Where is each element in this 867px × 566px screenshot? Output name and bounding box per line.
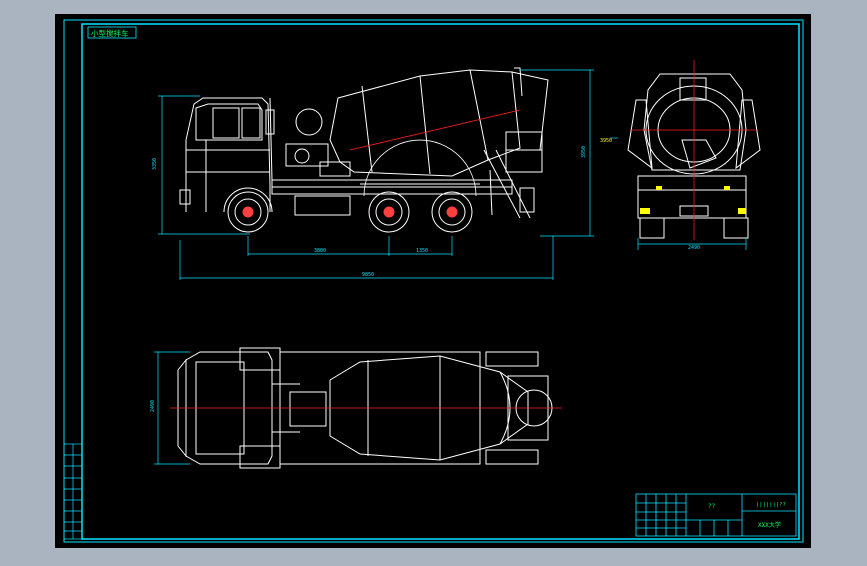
side-view-drum-height-dim: 3950 (581, 146, 587, 158)
cad-viewport[interactable]: 小型搅拌车 ?? |||||||?? XXX大学 3350 9850 3800 … (0, 0, 867, 562)
title-block-drawing-no: |||||||?? (756, 502, 786, 508)
drawing-canvas: 小型搅拌车 ?? |||||||?? XXX大学 3350 9850 3800 … (55, 14, 811, 548)
side-view-wheelbase-front-dim: 3800 (314, 248, 326, 254)
side-view-height-dim: 3350 (152, 158, 158, 170)
side-view-overall-length-dim: 9850 (362, 272, 374, 278)
title-tag-text: 小型搅拌车 (91, 28, 129, 38)
title-block-company: XXX大学 (758, 521, 781, 529)
title-block-name: ?? (708, 503, 716, 510)
side-view-wheelbase-rear-dim: 1350 (416, 248, 428, 254)
top-view-width-dim: 2490 (150, 400, 156, 412)
sheet-background (55, 14, 811, 548)
rear-view-width-dim: 2490 (688, 245, 700, 251)
rear-view-top-dim: 3950 (600, 138, 612, 144)
